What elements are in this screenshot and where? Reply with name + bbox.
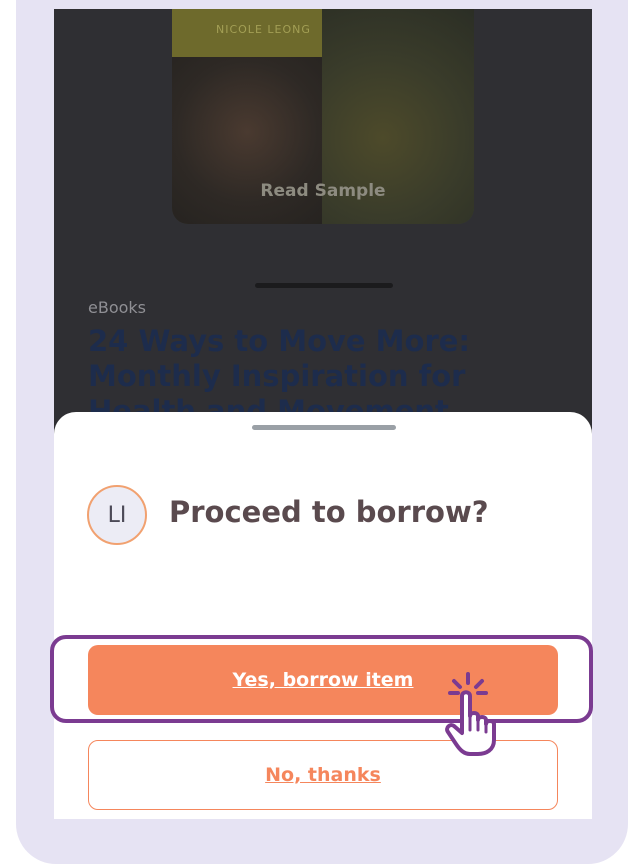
cover-author: NICOLE LEONG: [216, 23, 311, 36]
book-category: eBooks: [88, 298, 146, 317]
book-cover[interactable]: NICOLE LEONG Read Sample: [172, 9, 474, 224]
avatar-initials: LI: [107, 502, 127, 528]
sheet-drag-handle[interactable]: [252, 425, 396, 430]
read-sample-button[interactable]: Read Sample: [172, 181, 474, 201]
borrow-sheet: LI Proceed to borrow? Yes, borrow item N…: [54, 412, 592, 819]
borrow-prompt: Proceed to borrow?: [169, 495, 489, 529]
cover-title-band: NICOLE LEONG: [172, 9, 322, 57]
avatar: LI: [87, 485, 147, 545]
cancel-label: No, thanks: [265, 764, 381, 786]
scroll-indicator: [255, 283, 393, 288]
hand-pointer-icon: [445, 672, 496, 756]
confirm-borrow-label: Yes, borrow item: [232, 669, 414, 691]
